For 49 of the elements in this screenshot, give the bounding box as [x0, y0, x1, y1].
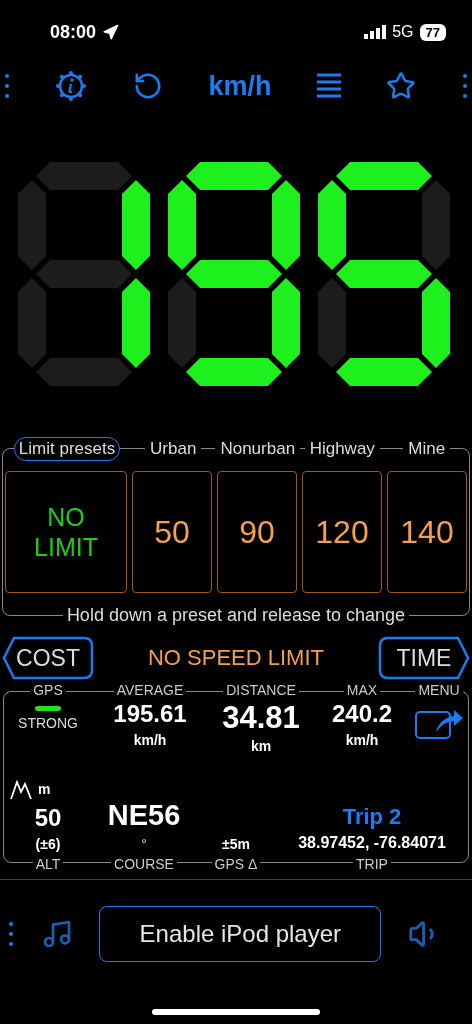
average-speed: 195.61 — [113, 700, 187, 728]
altitude-unit: m — [38, 781, 51, 797]
trip-name[interactable]: Trip 2 — [342, 804, 402, 830]
battery-level: 77 — [419, 23, 446, 41]
time-button[interactable]: TIME — [378, 636, 470, 680]
info-settings-icon[interactable] — [55, 70, 88, 102]
gps-signal-bar — [35, 706, 61, 711]
preset-hint: Hold down a preset and release to change — [62, 605, 410, 626]
max-speed: 240.2 — [331, 700, 393, 728]
gps-accuracy: ±5m — [222, 836, 250, 852]
limit-presets-button[interactable]: Limit presets — [13, 437, 121, 461]
altitude-value: 50 — [34, 804, 62, 832]
stat-label: ALT — [32, 856, 64, 872]
enable-player-button[interactable]: Enable iPod player — [99, 906, 382, 962]
trip-coordinates: 38.97452, -76.84071 — [298, 834, 446, 852]
speed-limit-status: NO SPEED LIMIT — [147, 645, 324, 671]
stat-label: MAX — [343, 682, 381, 698]
distance-value: 34.81 — [222, 700, 300, 736]
max-unit: km/h — [345, 732, 379, 748]
preset-button[interactable]: NO LIMIT — [5, 471, 127, 593]
stat-label: DISTANCE — [223, 682, 299, 698]
course-value: NE56 — [107, 799, 181, 832]
course-unit: ° — [141, 836, 147, 852]
location-arrow-icon — [102, 23, 120, 41]
stat-label: GPS — [30, 682, 66, 698]
stat-label: GPS Δ — [211, 856, 261, 872]
stat-label: COURSE — [111, 856, 177, 872]
menu-icon[interactable] — [316, 73, 341, 99]
stat-label: AVERAGE — [113, 682, 187, 698]
stat-label: MENU — [415, 682, 463, 698]
signal-icon — [364, 25, 387, 39]
status-time: 08:00 — [50, 21, 97, 43]
stat-label: TRIP — [353, 856, 391, 872]
more-icon[interactable] — [461, 73, 468, 99]
preset-button[interactable]: 90 — [217, 471, 297, 593]
cost-button[interactable]: COST — [2, 636, 94, 680]
gps-strength: STRONG — [18, 715, 78, 731]
more-icon[interactable] — [8, 921, 14, 947]
preset-button[interactable]: 140 — [387, 471, 467, 593]
more-icon[interactable] — [4, 73, 10, 99]
distance-unit: km — [250, 738, 272, 754]
preset-button[interactable]: 120 — [302, 471, 382, 593]
network-type: 5G — [392, 23, 414, 41]
star-icon[interactable] — [386, 71, 417, 101]
speed-unit-button[interactable]: km/h — [208, 70, 272, 102]
average-unit: km/h — [133, 732, 167, 748]
mountain-icon — [10, 778, 32, 800]
preset-button[interactable]: 50 — [132, 471, 212, 593]
altitude-accuracy: (±6) — [35, 836, 61, 852]
